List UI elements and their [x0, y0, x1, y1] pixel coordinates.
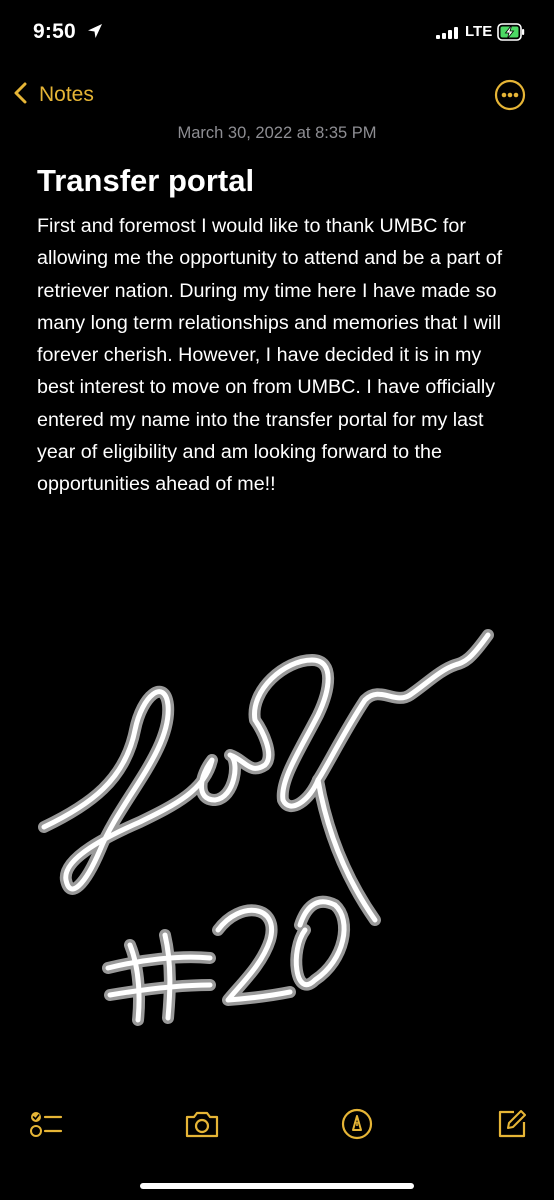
- note-title[interactable]: Transfer portal: [37, 163, 254, 199]
- camera-icon[interactable]: [184, 1106, 220, 1142]
- ellipsis-circle-icon[interactable]: [494, 79, 526, 111]
- markup-icon[interactable]: [340, 1106, 376, 1142]
- signal-bars-icon: [436, 26, 458, 44]
- status-bar: 9:50 LTE: [0, 0, 554, 66]
- back-label: Notes: [39, 83, 94, 106]
- bottom-toolbar: [0, 1100, 554, 1150]
- location-arrow-icon: [87, 23, 103, 44]
- network-type: LTE: [465, 23, 493, 40]
- back-button[interactable]: Notes: [14, 80, 94, 110]
- chevron-left-icon: [14, 82, 27, 109]
- home-indicator[interactable]: [140, 1183, 414, 1189]
- status-time: 9:50: [33, 20, 76, 43]
- nav-bar: Notes: [0, 70, 554, 120]
- note-body[interactable]: First and foremost I would like to thank…: [37, 210, 519, 501]
- handwritten-signature[interactable]: [0, 600, 554, 1040]
- note-date: March 30, 2022 at 8:35 PM: [177, 124, 377, 142]
- checklist-icon[interactable]: [28, 1106, 64, 1142]
- compose-icon[interactable]: [494, 1106, 530, 1142]
- battery-charging-icon: [497, 22, 525, 47]
